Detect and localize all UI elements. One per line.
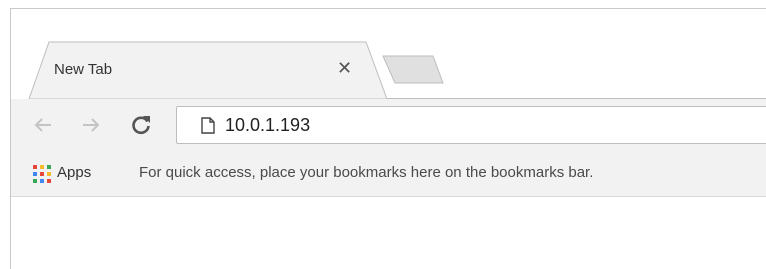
tab-title[interactable]: New Tab xyxy=(54,61,112,78)
new-tab-button[interactable] xyxy=(382,55,444,84)
address-bar[interactable]: 10.0.1.193 xyxy=(176,106,766,144)
apps-shortcut[interactable]: Apps xyxy=(57,164,91,181)
close-icon[interactable]: ✕ xyxy=(337,59,352,77)
forward-arrow-icon[interactable] xyxy=(79,113,103,137)
page-content xyxy=(11,197,766,269)
url-text[interactable]: 10.0.1.193 xyxy=(225,115,310,136)
bookmarks-hint-text: For quick access, place your bookmarks h… xyxy=(139,164,594,181)
toolbar: 10.0.1.193 xyxy=(11,99,766,152)
reload-icon[interactable] xyxy=(129,113,153,137)
apps-grid-icon[interactable] xyxy=(33,165,51,183)
tab-strip-shapes xyxy=(28,41,766,100)
tab-strip: New Tab ✕ xyxy=(11,9,766,100)
bookmarks-bar: Apps For quick access, place your bookma… xyxy=(11,152,766,197)
page-icon xyxy=(201,117,215,134)
browser-window: New Tab ✕ 10.0.1.193 Apps For quick acce… xyxy=(10,8,766,269)
back-arrow-icon[interactable] xyxy=(31,113,55,137)
